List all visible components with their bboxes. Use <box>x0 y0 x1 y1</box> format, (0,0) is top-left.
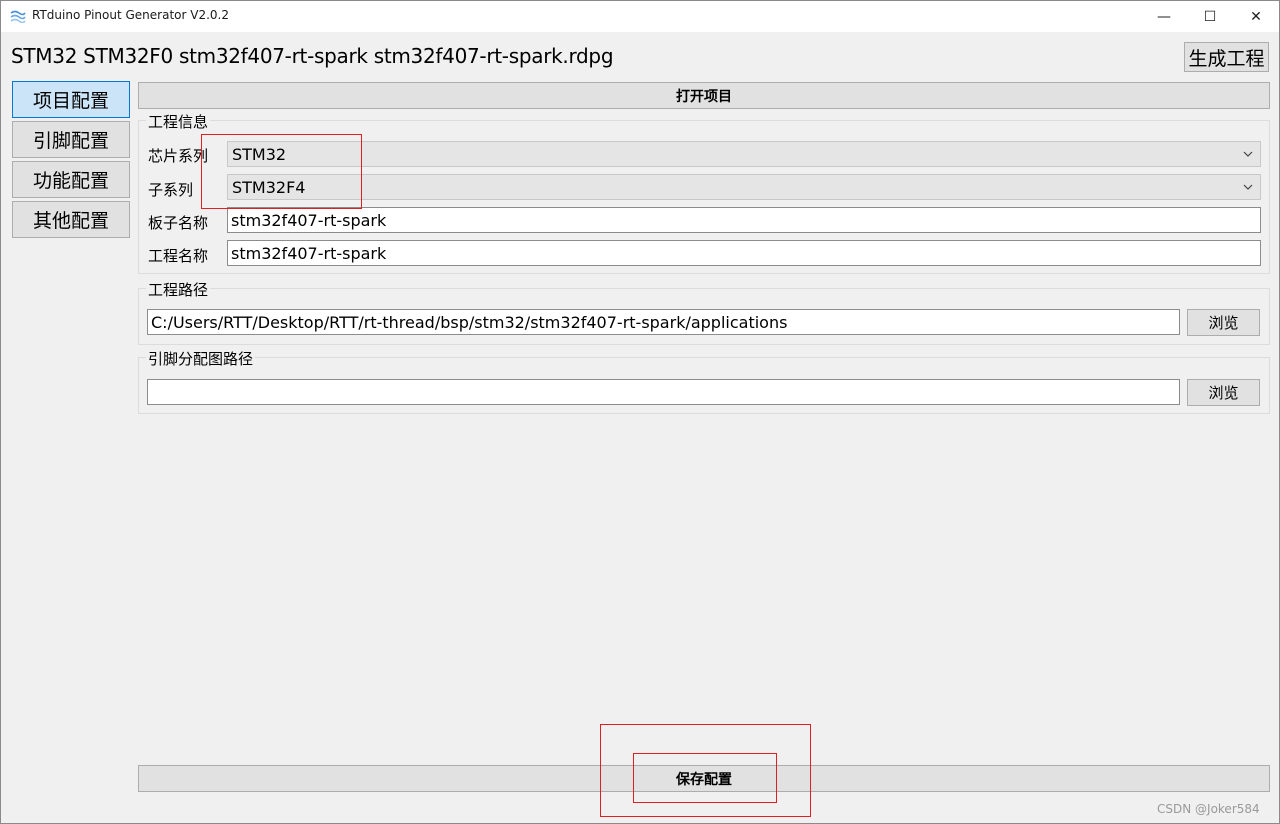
close-icon: ✕ <box>1250 8 1262 25</box>
save-config-button[interactable]: 保存配置 <box>138 765 1270 792</box>
project-name-field[interactable]: stm32f407-rt-spark <box>227 240 1261 266</box>
pinmap-path-browse-button[interactable]: 浏览 <box>1187 379 1260 406</box>
sub-series-value: STM32F4 <box>232 177 306 197</box>
sidebar-item-function-config[interactable]: 功能配置 <box>12 161 130 198</box>
minimize-icon: — <box>1157 8 1171 25</box>
project-path-browse-button[interactable]: 浏览 <box>1187 309 1260 336</box>
app-icon <box>10 10 26 23</box>
sub-series-label: 子系列 <box>148 181 194 199</box>
chip-series-select[interactable]: STM32 <box>227 141 1261 167</box>
app-window: RTduino Pinout Generator V2.0.2 — ☐ ✕ ST… <box>0 0 1280 824</box>
title-bar[interactable]: RTduino Pinout Generator V2.0.2 — ☐ ✕ <box>1 1 1279 32</box>
chip-series-label: 芯片系列 <box>148 147 209 165</box>
open-project-button[interactable]: 打开项目 <box>138 82 1270 109</box>
sidebar-item-pin-config[interactable]: 引脚配置 <box>12 121 130 158</box>
project-path-title: 工程路径 <box>146 279 211 300</box>
pinmap-path-title: 引脚分配图路径 <box>146 348 256 369</box>
board-name-label: 板子名称 <box>148 214 209 232</box>
project-path-field[interactable]: C:/Users/RTT/Desktop/RTT/rt-thread/bsp/s… <box>147 309 1180 335</box>
watermark: CSDN @Joker584 <box>1157 802 1260 816</box>
chevron-down-icon <box>1243 184 1253 190</box>
window-title: RTduino Pinout Generator V2.0.2 <box>32 8 229 22</box>
project-name-label: 工程名称 <box>148 247 209 265</box>
board-name-field[interactable]: stm32f407-rt-spark <box>227 207 1261 233</box>
sidebar-item-other-config[interactable]: 其他配置 <box>12 201 130 238</box>
maximize-button[interactable]: ☐ <box>1187 1 1233 32</box>
sub-series-select[interactable]: STM32F4 <box>227 174 1261 200</box>
close-button[interactable]: ✕ <box>1233 1 1279 32</box>
chip-series-value: STM32 <box>232 144 287 164</box>
project-summary: STM32 STM32F0 stm32f407-rt-spark stm32f4… <box>11 44 614 68</box>
sidebar-item-project-config[interactable]: 项目配置 <box>12 81 130 118</box>
maximize-icon: ☐ <box>1203 8 1217 25</box>
generate-project-button[interactable]: 生成工程 <box>1184 42 1269 72</box>
chevron-down-icon <box>1243 151 1253 157</box>
pinmap-path-field[interactable] <box>147 379 1180 405</box>
minimize-button[interactable]: — <box>1141 1 1187 32</box>
project-info-title: 工程信息 <box>146 111 211 132</box>
